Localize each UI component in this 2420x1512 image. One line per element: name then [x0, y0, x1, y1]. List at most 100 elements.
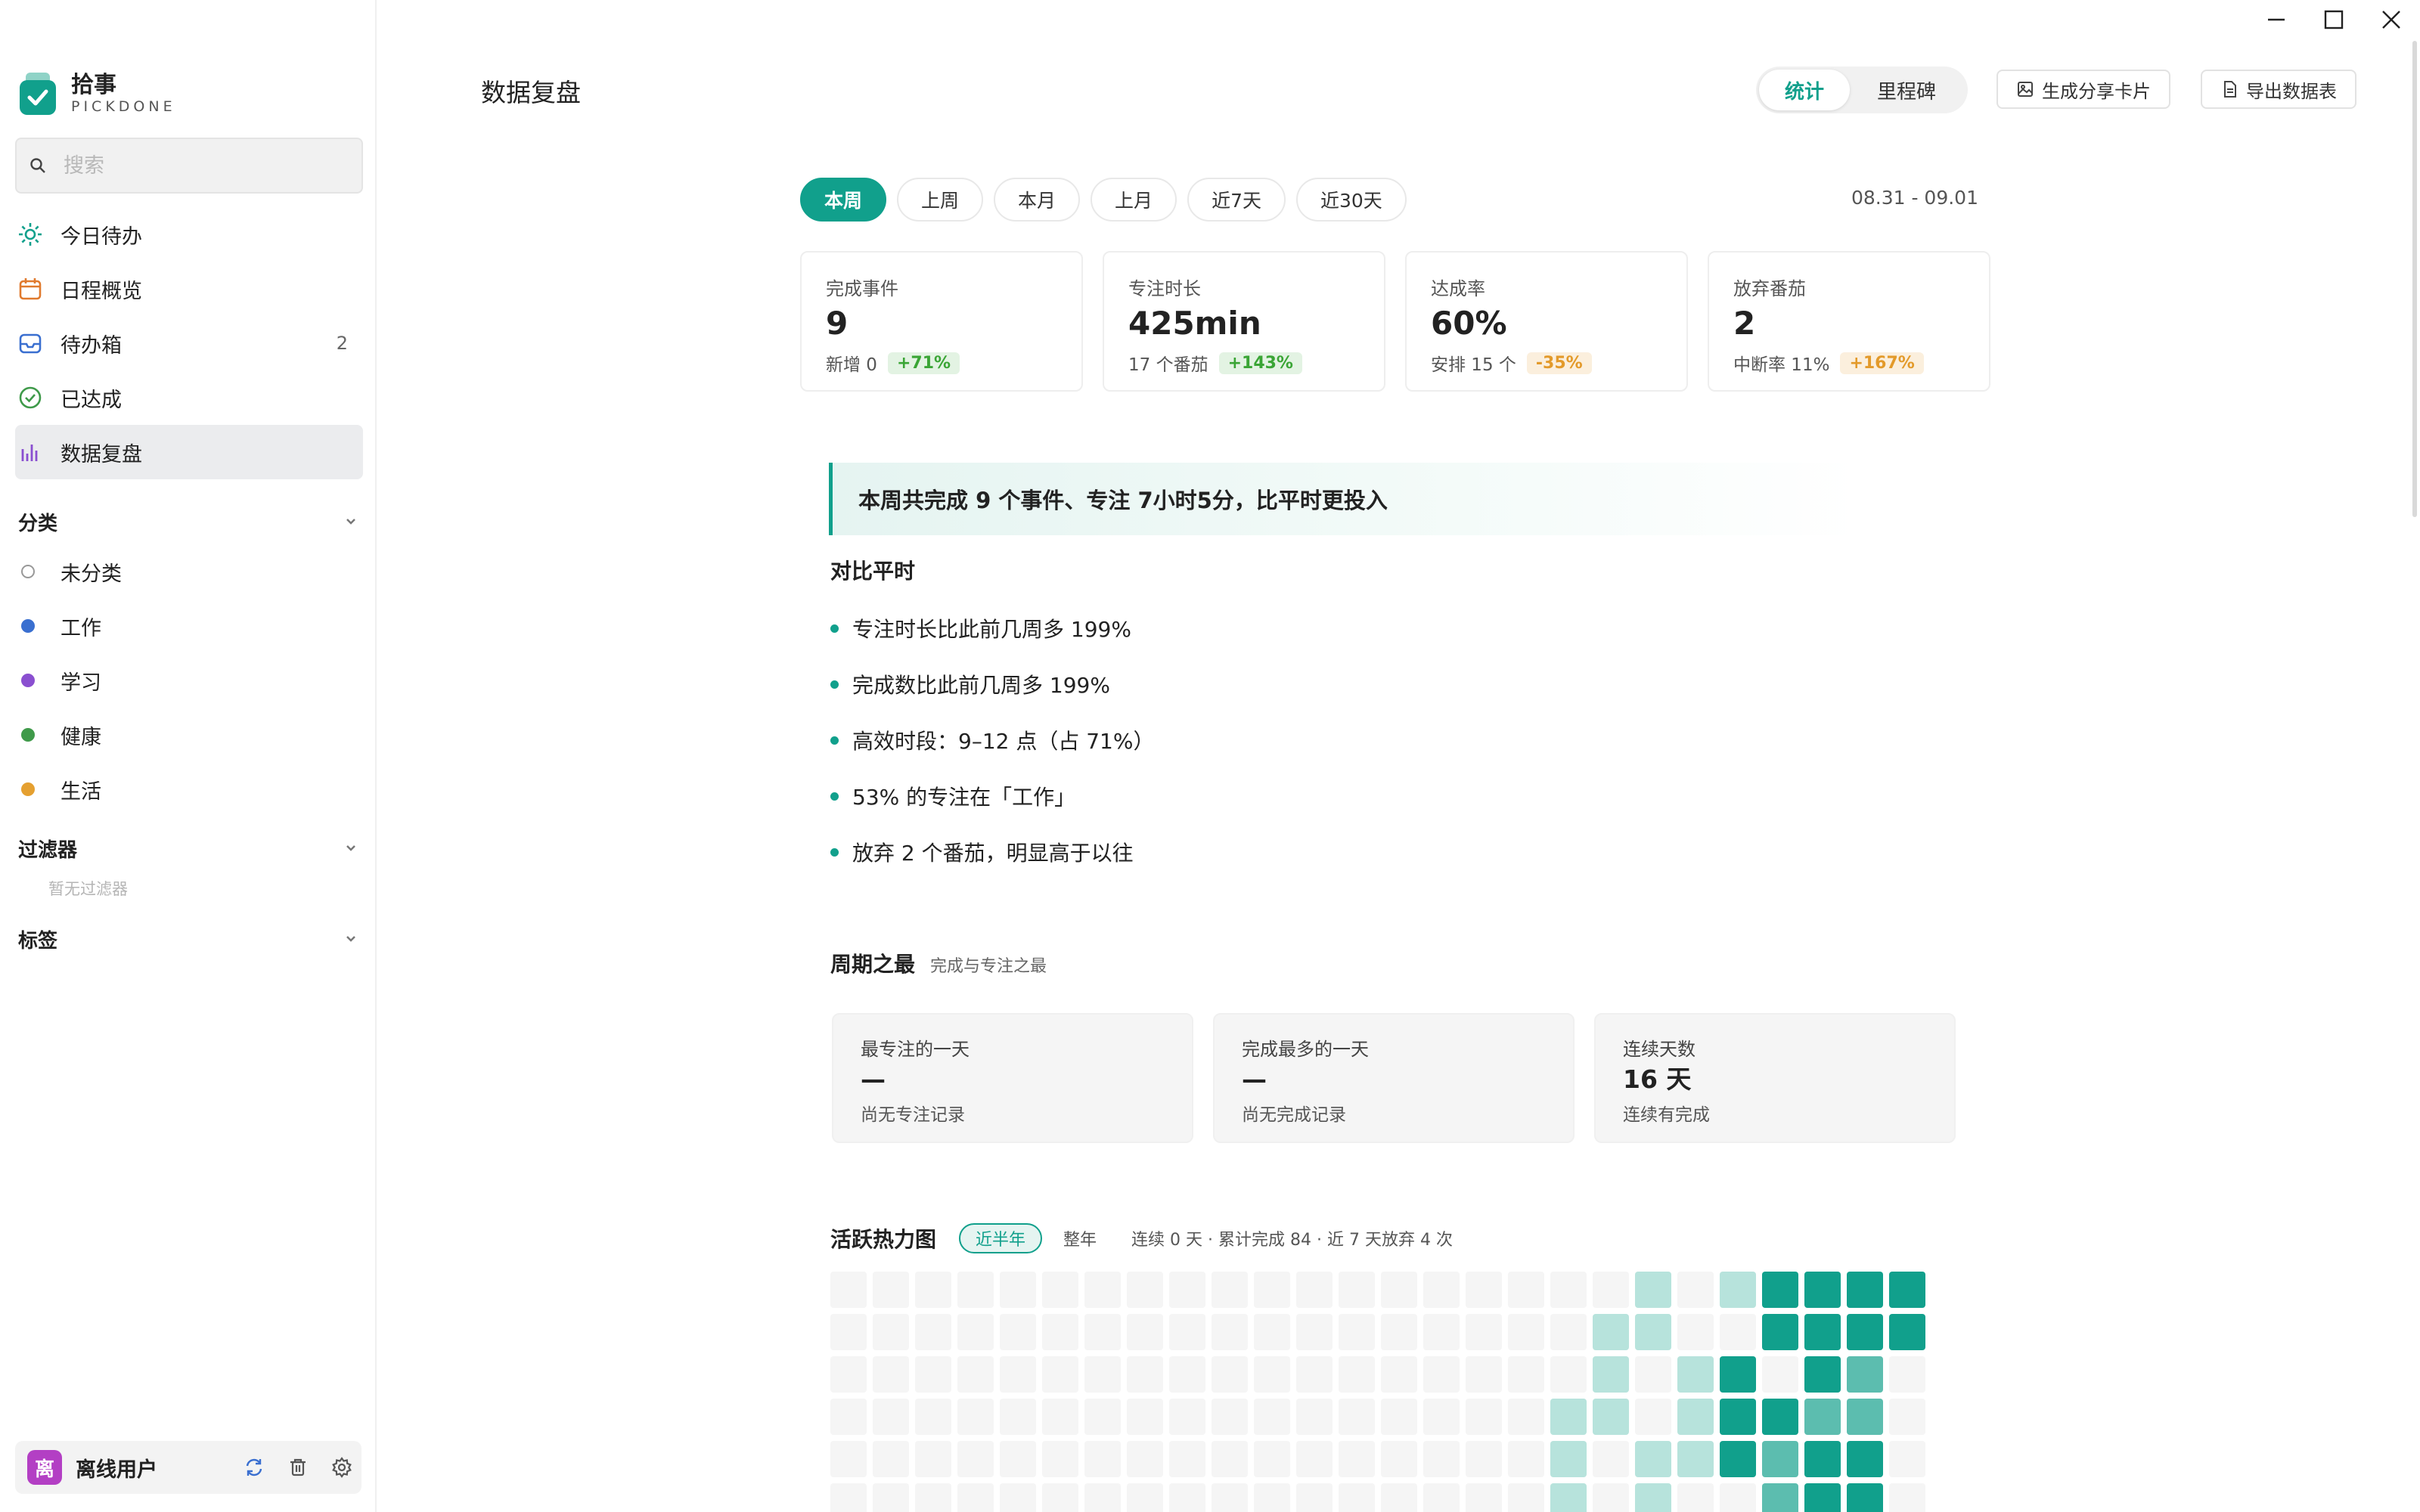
categories-header[interactable]: 分类	[18, 507, 358, 537]
heatmap-cell[interactable]	[830, 1483, 867, 1512]
heatmap-cell[interactable]	[1212, 1356, 1248, 1393]
avatar[interactable]: 离	[27, 1450, 62, 1485]
nav-item-today[interactable]: 今日待办	[15, 207, 363, 262]
heatmap-cell[interactable]	[1762, 1356, 1798, 1393]
heatmap-cell[interactable]	[1804, 1356, 1841, 1393]
heatmap-cell[interactable]	[1381, 1272, 1417, 1308]
heatmap-cell[interactable]	[1889, 1399, 1925, 1435]
heatmap-cell[interactable]	[1296, 1356, 1333, 1393]
heatmap-cell[interactable]	[1084, 1272, 1121, 1308]
tab-full-year[interactable]: 整年	[1048, 1223, 1112, 1253]
heatmap-cell[interactable]	[1127, 1272, 1163, 1308]
heatmap-cell[interactable]	[1677, 1314, 1714, 1350]
heatmap-cell[interactable]	[830, 1272, 867, 1308]
heatmap-cell[interactable]	[1381, 1314, 1417, 1350]
heatmap-cell[interactable]	[1720, 1441, 1756, 1477]
heatmap-cell[interactable]	[1084, 1483, 1121, 1512]
heatmap-cell[interactable]	[1169, 1356, 1205, 1393]
heatmap-cell[interactable]	[1847, 1441, 1883, 1477]
heatmap-cell[interactable]	[1254, 1399, 1290, 1435]
heatmap-cell[interactable]	[1889, 1483, 1925, 1512]
heatmap-cell[interactable]	[1804, 1441, 1841, 1477]
heatmap-cell[interactable]	[1804, 1483, 1841, 1512]
export-button[interactable]: 导出数据表	[2201, 70, 2356, 109]
heatmap-cell[interactable]	[957, 1483, 994, 1512]
heatmap-cell[interactable]	[1000, 1399, 1036, 1435]
heatmap-cell[interactable]	[830, 1356, 867, 1393]
heatmap-cell[interactable]	[1508, 1483, 1544, 1512]
heatmap-cell[interactable]	[1635, 1272, 1671, 1308]
heatmap-cell[interactable]	[957, 1399, 994, 1435]
heatmap-cell[interactable]	[1339, 1483, 1375, 1512]
heatmap-cell[interactable]	[1084, 1399, 1121, 1435]
heatmap-cell[interactable]	[1635, 1441, 1671, 1477]
heatmap-cell[interactable]	[1593, 1356, 1629, 1393]
heatmap-cell[interactable]	[1169, 1483, 1205, 1512]
heatmap-cell[interactable]	[1635, 1483, 1671, 1512]
heatmap-cell[interactable]	[1889, 1356, 1925, 1393]
category-item-study[interactable]: 学习	[15, 653, 363, 708]
category-item-life[interactable]: 生活	[15, 762, 363, 816]
tab-half-year[interactable]: 近半年	[959, 1223, 1043, 1253]
heatmap-cell[interactable]	[1339, 1356, 1375, 1393]
heatmap-cell[interactable]	[1339, 1314, 1375, 1350]
heatmap-cell[interactable]	[1550, 1483, 1587, 1512]
heatmap-cell[interactable]	[915, 1399, 951, 1435]
heatmap-cell[interactable]	[1381, 1483, 1417, 1512]
heatmap-cell[interactable]	[1254, 1272, 1290, 1308]
heatmap-cell[interactable]	[1762, 1272, 1798, 1308]
heatmap-cell[interactable]	[1042, 1399, 1078, 1435]
heatmap-cell[interactable]	[1508, 1399, 1544, 1435]
heatmap-cell[interactable]	[1466, 1314, 1502, 1350]
trash-button[interactable]	[281, 1451, 315, 1484]
heatmap-cell[interactable]	[1550, 1399, 1587, 1435]
heatmap-cell[interactable]	[1677, 1399, 1714, 1435]
heatmap-cell[interactable]	[1847, 1483, 1883, 1512]
heatmap-cell[interactable]	[957, 1441, 994, 1477]
heatmap-cell[interactable]	[1000, 1356, 1036, 1393]
heatmap-cell[interactable]	[1720, 1483, 1756, 1512]
heatmap-cell[interactable]	[1593, 1272, 1629, 1308]
heatmap-cell[interactable]	[1720, 1356, 1756, 1393]
tab-stats[interactable]: 统计	[1759, 70, 1850, 110]
heatmap-cell[interactable]	[1000, 1272, 1036, 1308]
category-item-health[interactable]: 健康	[15, 708, 363, 762]
heatmap-cell[interactable]	[1212, 1483, 1248, 1512]
heatmap-cell[interactable]	[915, 1272, 951, 1308]
heatmap-cell[interactable]	[1042, 1483, 1078, 1512]
heatmap-cell[interactable]	[1635, 1399, 1671, 1435]
heatmap-cell[interactable]	[873, 1441, 909, 1477]
nav-item-achieved[interactable]: 已达成	[15, 370, 363, 425]
range-7-days[interactable]: 近7天	[1187, 178, 1286, 222]
range-last-week[interactable]: 上周	[897, 178, 984, 222]
heatmap-cell[interactable]	[1550, 1272, 1587, 1308]
heatmap-cell[interactable]	[915, 1441, 951, 1477]
search-input[interactable]	[64, 153, 351, 178]
heatmap-cell[interactable]	[1762, 1441, 1798, 1477]
close-button[interactable]	[2363, 0, 2420, 39]
heatmap-cell[interactable]	[915, 1483, 951, 1512]
heatmap-cell[interactable]	[1169, 1314, 1205, 1350]
heatmap-cell[interactable]	[1127, 1314, 1163, 1350]
share-card-button[interactable]: 生成分享卡片	[1996, 70, 2170, 109]
heatmap-cell[interactable]	[1084, 1356, 1121, 1393]
heatmap-cell[interactable]	[1127, 1356, 1163, 1393]
heatmap-cell[interactable]	[1847, 1314, 1883, 1350]
heatmap-cell[interactable]	[1593, 1399, 1629, 1435]
heatmap-cell[interactable]	[1169, 1272, 1205, 1308]
maximize-button[interactable]	[2305, 0, 2363, 39]
heatmap-cell[interactable]	[873, 1272, 909, 1308]
nav-item-review[interactable]: 数据复盘	[15, 425, 363, 479]
minimize-button[interactable]	[2248, 0, 2305, 39]
heatmap-cell[interactable]	[1296, 1272, 1333, 1308]
heatmap-cell[interactable]	[1508, 1441, 1544, 1477]
heatmap-cell[interactable]	[1423, 1399, 1460, 1435]
heatmap-cell[interactable]	[915, 1314, 951, 1350]
tab-milestones[interactable]: 里程碑	[1850, 70, 1963, 110]
category-item-uncategorized[interactable]: 未分类	[15, 544, 363, 599]
heatmap-cell[interactable]	[1466, 1441, 1502, 1477]
heatmap-cell[interactable]	[1212, 1399, 1248, 1435]
range-this-month[interactable]: 本月	[994, 178, 1081, 222]
heatmap-cell[interactable]	[1212, 1441, 1248, 1477]
heatmap-cell[interactable]	[1889, 1272, 1925, 1308]
